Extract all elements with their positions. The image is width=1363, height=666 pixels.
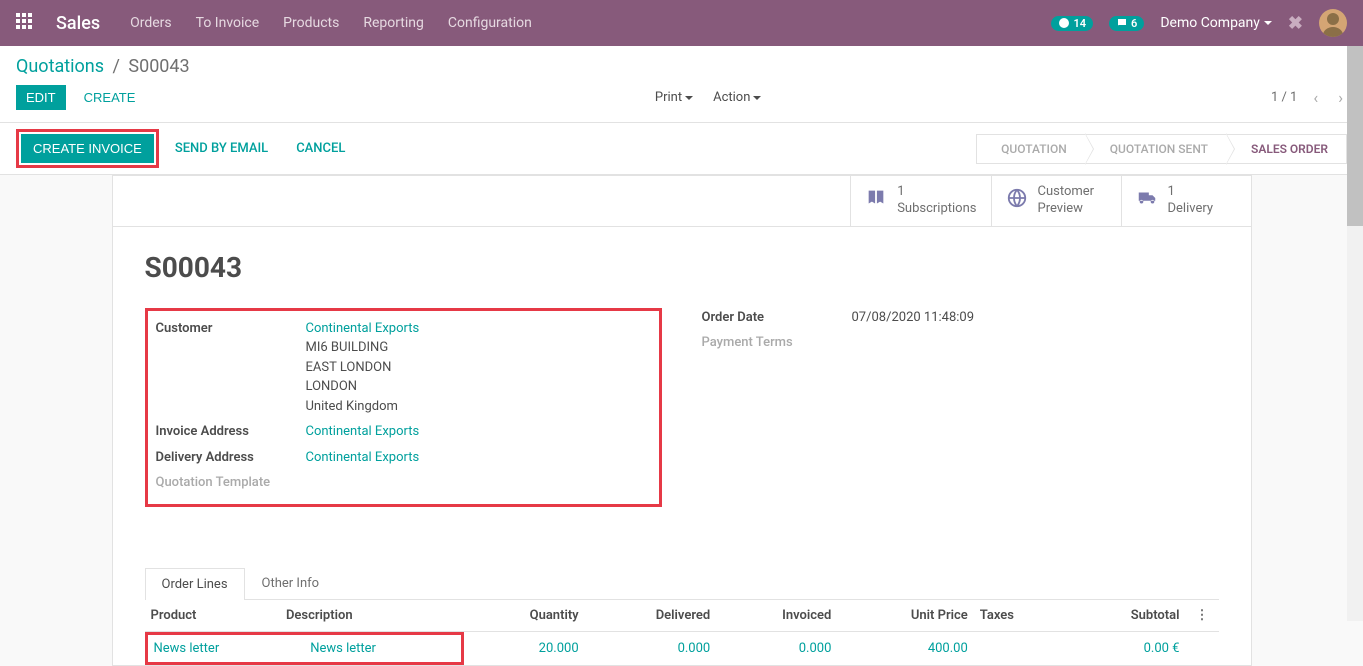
form-sheet: 1 Subscriptions Customer Preview 1 xyxy=(112,175,1252,666)
create-button[interactable]: CREATE xyxy=(74,85,146,110)
th-delivered[interactable]: Delivered xyxy=(585,600,717,632)
stat-delivery[interactable]: 1 Delivery xyxy=(1121,176,1251,226)
cell-taxes xyxy=(974,632,1065,666)
cell-unit-price[interactable]: 400.00 xyxy=(928,641,968,656)
cell-invoiced[interactable]: 0.000 xyxy=(799,641,832,656)
status-quotation-sent[interactable]: QUOTATION SENT xyxy=(1085,134,1226,164)
tab-order-lines[interactable]: Order Lines xyxy=(145,568,245,600)
globe-icon xyxy=(1006,187,1028,214)
menu-configuration[interactable]: Configuration xyxy=(448,15,532,31)
activity-badge[interactable]: 14 xyxy=(1051,16,1093,31)
delivery-address-link[interactable]: Continental Exports xyxy=(306,450,420,465)
label-customer: Customer xyxy=(156,319,306,417)
order-lines-table: Product Description Quantity Delivered I… xyxy=(145,600,1219,665)
breadcrumb-parent[interactable]: Quotations xyxy=(16,56,104,77)
highlight-box-product: News letter News letter xyxy=(145,632,464,665)
action-dropdown[interactable]: Action xyxy=(713,90,761,105)
company-selector[interactable]: Demo Company xyxy=(1160,15,1272,31)
status-quotation[interactable]: QUOTATION xyxy=(976,134,1085,164)
th-unit-price[interactable]: Unit Price xyxy=(837,600,973,632)
create-invoice-button[interactable]: CREATE INVOICE xyxy=(21,134,154,163)
breadcrumb: Quotations / S00043 xyxy=(0,46,1363,77)
cell-product[interactable]: News letter xyxy=(154,641,220,656)
pager-prev[interactable]: ‹ xyxy=(1309,88,1322,107)
breadcrumb-current: S00043 xyxy=(128,56,189,77)
cell-delivered[interactable]: 0.000 xyxy=(678,641,711,656)
menu-to-invoice[interactable]: To Invoice xyxy=(196,15,260,31)
print-dropdown[interactable]: Print xyxy=(655,90,693,105)
stat-subscriptions[interactable]: 1 Subscriptions xyxy=(850,176,990,226)
chevron-down-icon xyxy=(1264,21,1272,25)
scrollbar[interactable] xyxy=(1347,46,1363,621)
th-quantity[interactable]: Quantity xyxy=(464,600,585,632)
label-invoice-address: Invoice Address xyxy=(156,422,306,442)
addr-line: LONDON xyxy=(306,379,358,394)
menu-orders[interactable]: Orders xyxy=(130,15,172,31)
cell-quantity[interactable]: 20.000 xyxy=(539,641,579,656)
chevron-down-icon xyxy=(685,96,693,100)
control-panel: Quotations / S00043 EDIT CREATE Print Ac… xyxy=(0,46,1363,123)
apps-icon[interactable] xyxy=(16,13,36,33)
main-menu: Orders To Invoice Products Reporting Con… xyxy=(130,15,1051,31)
tab-nav: Order Lines Other Info xyxy=(145,567,1219,600)
th-taxes[interactable]: Taxes xyxy=(974,600,1065,632)
status-steps: QUOTATION QUOTATION SENT SALES ORDER xyxy=(976,134,1347,164)
label-order-date: Order Date xyxy=(702,308,852,328)
addr-line: MI6 BUILDING xyxy=(306,340,389,355)
th-description[interactable]: Description xyxy=(280,600,464,632)
cell-subtotal[interactable]: 0.00 € xyxy=(1144,641,1180,656)
status-sales-order[interactable]: SALES ORDER xyxy=(1226,134,1347,164)
stat-customer-preview[interactable]: Customer Preview xyxy=(991,176,1121,226)
tab-other-info[interactable]: Other Info xyxy=(245,567,337,599)
form-background: 1 Subscriptions Customer Preview 1 xyxy=(0,175,1363,666)
user-avatar[interactable] xyxy=(1319,9,1347,37)
kebab-icon[interactable]: ⋮ xyxy=(1192,608,1213,623)
table-row[interactable]: News letter News letter 20.000 0.000 0.0… xyxy=(145,632,1219,666)
debug-close-icon[interactable]: ✖ xyxy=(1288,13,1303,34)
chat-icon xyxy=(1116,17,1128,29)
highlight-box-create-invoice: CREATE INVOICE xyxy=(16,129,159,168)
scrollbar-thumb[interactable] xyxy=(1347,46,1363,226)
messages-badge[interactable]: 6 xyxy=(1109,16,1144,31)
top-navbar: Sales Orders To Invoice Products Reporti… xyxy=(0,0,1363,46)
edit-button[interactable]: EDIT xyxy=(16,85,66,110)
addr-line: EAST LONDON xyxy=(306,360,392,375)
th-invoiced[interactable]: Invoiced xyxy=(716,600,837,632)
clock-icon xyxy=(1058,17,1070,29)
send-by-email-button[interactable]: SEND BY EMAIL xyxy=(163,134,280,163)
menu-products[interactable]: Products xyxy=(283,15,339,31)
addr-line: United Kingdom xyxy=(306,399,398,414)
label-delivery-address: Delivery Address xyxy=(156,448,306,468)
chevron-down-icon xyxy=(753,96,761,100)
book-icon xyxy=(865,187,887,214)
customer-link[interactable]: Continental Exports xyxy=(306,321,420,336)
pager-text: 1 / 1 xyxy=(1271,90,1297,105)
cell-description[interactable]: News letter xyxy=(310,641,376,656)
th-subtotal[interactable]: Subtotal xyxy=(1065,600,1185,632)
record-title: S00043 xyxy=(145,251,1219,284)
label-payment-terms: Payment Terms xyxy=(702,333,852,350)
app-brand[interactable]: Sales xyxy=(56,13,100,34)
menu-reporting[interactable]: Reporting xyxy=(363,15,424,31)
cancel-button[interactable]: CANCEL xyxy=(284,134,357,163)
highlight-box-customer: Customer Continental Exports MI6 BUILDIN… xyxy=(145,308,662,508)
label-quotation-template: Quotation Template xyxy=(156,473,306,490)
th-product[interactable]: Product xyxy=(145,600,280,632)
stat-button-box: 1 Subscriptions Customer Preview 1 xyxy=(113,176,1251,227)
status-bar: CREATE INVOICE SEND BY EMAIL CANCEL QUOT… xyxy=(0,123,1363,175)
truck-icon xyxy=(1136,187,1158,214)
pager-next[interactable]: › xyxy=(1334,88,1347,107)
invoice-address-link[interactable]: Continental Exports xyxy=(306,424,420,439)
order-date-value: 07/08/2020 11:48:09 xyxy=(852,308,1219,328)
